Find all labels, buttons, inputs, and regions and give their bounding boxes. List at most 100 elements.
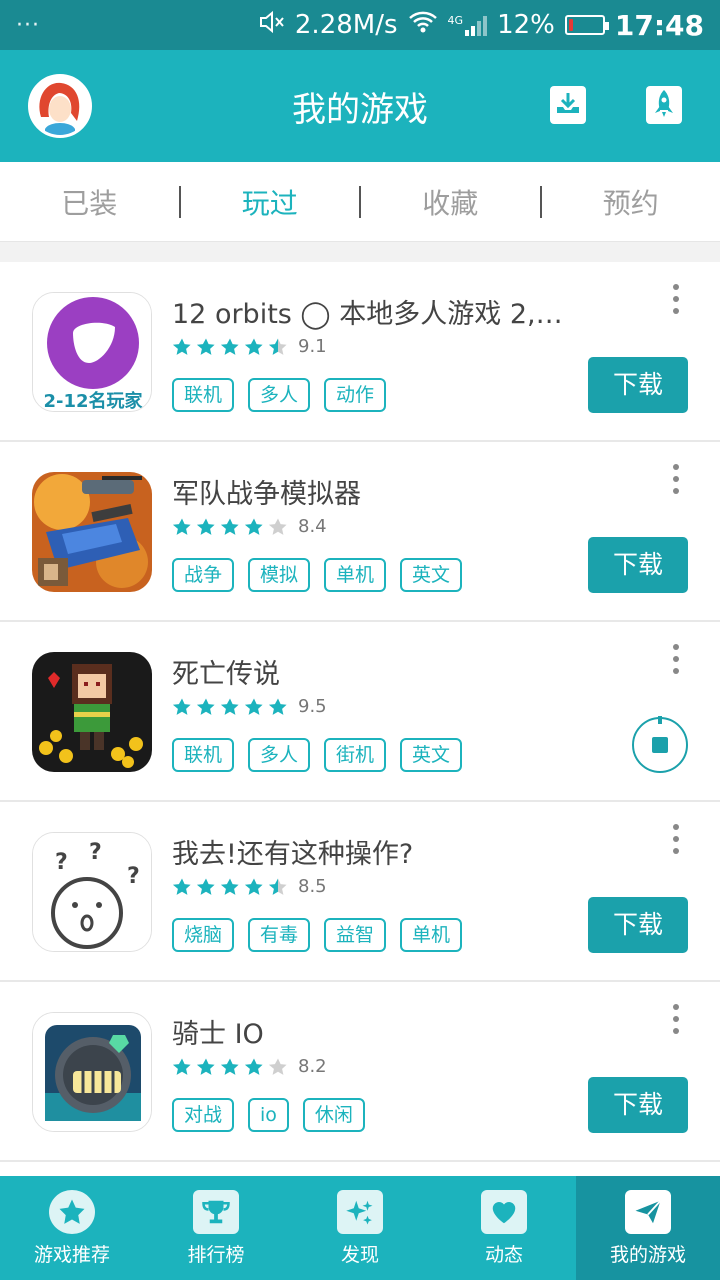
user-avatar[interactable] (28, 74, 92, 138)
nav-label: 我的游戏 (609, 1243, 686, 1266)
star-icon (172, 518, 191, 535)
rating-stars: 8.2 (172, 1056, 327, 1077)
star-icon (220, 518, 239, 535)
tag-list: 战争 模拟 单机 英文 (172, 558, 463, 592)
game-tag[interactable]: 多人 (248, 738, 311, 772)
tab-installed[interactable]: 已装 (0, 182, 179, 222)
more-options-icon[interactable] (672, 644, 680, 674)
game-icon-surprised-face: ? ? ? (32, 832, 152, 952)
game-name: 12 orbits ◯ 本地多人游戏 2,… (172, 299, 563, 330)
tab-reservations[interactable]: 预约 (542, 182, 720, 222)
rating-score: 8.2 (298, 1056, 327, 1077)
list-item[interactable]: 死亡传说 9.5 联机 多人 街机 英文 (0, 622, 720, 802)
list-item[interactable]: ? ? ? 我去!还有这种操作? 8.5 烧脑 有毒 益智 单机 下载 (0, 802, 720, 982)
nav-my-games[interactable]: 我的游戏 (576, 1176, 720, 1280)
star-icon (172, 698, 191, 715)
game-icon-label: 2-12名玩家 (43, 390, 143, 412)
list-item[interactable]: 骑士 IO 8.2 对战 io 休闲 下载 (0, 982, 720, 1162)
stop-download-button[interactable] (632, 716, 688, 773)
star-icon (244, 518, 263, 535)
star-icon (172, 878, 191, 895)
game-tag[interactable]: 多人 (248, 378, 311, 412)
game-tag[interactable]: 休闲 (302, 1098, 365, 1132)
game-icon-knight-io (32, 1012, 152, 1132)
game-tabs: 已装 玩过 收藏 预约 (0, 162, 720, 242)
tab-favorites[interactable]: 收藏 (361, 182, 540, 222)
star-icon (244, 1058, 263, 1075)
nav-rankings[interactable]: 排行榜 (144, 1176, 288, 1280)
tab-played[interactable]: 玩过 (181, 182, 360, 222)
game-name: 骑士 IO (172, 1019, 264, 1050)
game-tag[interactable]: 益智 (324, 918, 387, 952)
nav-activity[interactable]: 动态 (432, 1176, 576, 1280)
download-button[interactable]: 下载 (588, 537, 688, 593)
battery-level (568, 19, 573, 31)
download-manager-button[interactable] (550, 86, 586, 124)
game-name: 军队战争模拟器 (172, 479, 361, 510)
star-icon (196, 1058, 215, 1075)
wifi-icon (408, 10, 438, 41)
game-tag[interactable]: 战争 (172, 558, 235, 592)
bottom-nav: 游戏推荐 排行榜 发现 动态 我的游戏 (0, 1176, 720, 1280)
game-tag[interactable]: 英文 (400, 558, 463, 592)
list-item[interactable]: 2-12名玩家 12 orbits ◯ 本地多人游戏 2,… 9.1 联机 多人… (0, 262, 720, 442)
game-tag[interactable]: 动作 (324, 378, 387, 412)
svg-text:?: ? (127, 864, 140, 889)
game-tag[interactable]: 英文 (400, 738, 463, 772)
game-tag[interactable]: 有毒 (248, 918, 311, 952)
star-icon (244, 338, 263, 355)
game-tag[interactable]: 对战 (172, 1098, 235, 1132)
nav-label: 动态 (484, 1243, 523, 1266)
app-bar: 我的游戏 (0, 50, 720, 162)
more-options-icon[interactable] (672, 1004, 680, 1034)
network-type: 4G (447, 14, 464, 27)
game-tag[interactable]: 单机 (400, 918, 463, 952)
game-icon-12-orbits: 2-12名玩家 (32, 292, 152, 412)
more-options-icon[interactable] (672, 464, 680, 494)
game-name: 我去!还有这种操作? (172, 839, 414, 870)
signal-icon: 4G (448, 14, 488, 36)
tag-list: 对战 io 休闲 (172, 1098, 365, 1132)
star-icon (268, 878, 287, 895)
nav-label: 发现 (340, 1243, 379, 1266)
download-button[interactable]: 下载 (588, 1077, 688, 1133)
nav-label: 游戏推荐 (33, 1243, 110, 1266)
star-icon (268, 698, 287, 715)
rating-score: 8.4 (298, 516, 327, 537)
sparkle-icon (337, 1189, 383, 1234)
star-icon (196, 698, 215, 715)
star-icon (268, 1058, 287, 1075)
star-icon (172, 338, 191, 355)
game-tag[interactable]: 单机 (324, 558, 387, 592)
game-tag[interactable]: 模拟 (248, 558, 311, 592)
rating-stars: 9.5 (172, 696, 327, 717)
game-tag[interactable]: 街机 (324, 738, 387, 772)
game-icon-death-legend (32, 652, 152, 772)
game-tag[interactable]: 联机 (172, 738, 235, 772)
list-item[interactable]: 军队战争模拟器 8.4 战争 模拟 单机 英文 下载 (0, 442, 720, 622)
more-options-icon[interactable] (672, 284, 680, 314)
rocket-button[interactable] (646, 86, 682, 124)
battery-percent: 12% (497, 10, 555, 40)
download-button[interactable]: 下载 (588, 897, 688, 953)
mute-icon (259, 10, 285, 41)
star-icon (244, 878, 263, 895)
paper-plane-icon (625, 1189, 671, 1234)
download-tray-icon (555, 91, 581, 119)
star-icon (268, 338, 287, 355)
nav-game-recommend[interactable]: 游戏推荐 (0, 1176, 144, 1280)
star-icon (172, 1058, 191, 1075)
svg-text:?: ? (55, 850, 68, 875)
game-tag[interactable]: 烧脑 (172, 918, 235, 952)
nav-discover[interactable]: 发现 (288, 1176, 432, 1280)
trophy-icon (193, 1189, 239, 1234)
game-tag[interactable]: 联机 (172, 378, 235, 412)
more-options-icon[interactable] (672, 824, 680, 854)
rating-stars: 8.5 (172, 876, 327, 897)
game-tag[interactable]: io (248, 1098, 289, 1132)
star-icon (196, 518, 215, 535)
star-icon (196, 878, 215, 895)
download-button[interactable]: 下载 (588, 357, 688, 413)
game-name: 死亡传说 (172, 659, 280, 690)
clock: 17:48 (614, 8, 704, 42)
